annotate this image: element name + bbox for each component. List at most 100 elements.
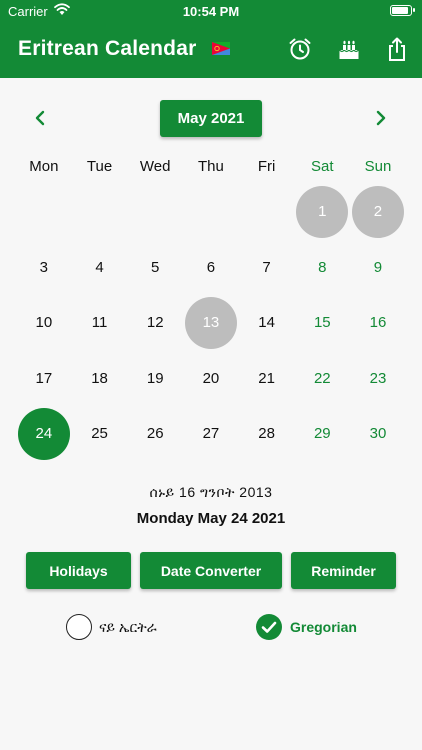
calendar-day[interactable]: 19 [129,352,181,404]
calendar-week-row: 12 [16,184,406,240]
month-navigation: May 2021 [0,100,422,137]
weekday-label: Thu [197,158,224,175]
calendar-day[interactable]: 5 [129,241,181,293]
calendar-day[interactable]: 2 [351,185,404,238]
calendar-day[interactable]: 29 [296,408,348,460]
birthday-cake-icon[interactable] [336,36,362,62]
calendar-cell: 18 [72,351,128,407]
selected-day[interactable]: 24 [17,407,70,460]
calendar-cell: 2 [350,184,406,240]
weekday-label: Wed [139,158,171,175]
calendar-day[interactable]: 3 [18,241,70,293]
calendar-cell: 5 [127,240,183,296]
calendar-cell: 28 [239,406,295,462]
calendar-cell: 15 [294,295,350,351]
calendar-cell: 25 [72,406,128,462]
calendar-cell: 26 [127,406,183,462]
weekday-header: Mon Tue Wed Thu Fri Sat Sun [16,150,406,184]
calendar-cell: 14 [239,295,295,351]
calendar-day[interactable]: 8 [296,241,348,293]
weekday-label: Tue [86,158,113,175]
calendar-cell: 6 [183,240,239,296]
calendar-day[interactable]: 17 [18,352,70,404]
calendar-cell [239,184,295,240]
calendar-cell: 1 [294,184,350,240]
weekday-label: Fri [257,158,276,175]
calendar-day[interactable]: 30 [352,408,404,460]
calendar-day[interactable]: 21 [241,352,293,404]
calendar-cell: 11 [72,295,128,351]
calendar-cell: 10 [16,295,72,351]
gregorian-mode-label[interactable]: Gregorian [290,619,357,635]
calendar-cell [183,184,239,240]
chevron-left-icon[interactable] [30,108,50,128]
calendar-day[interactable]: 16 [352,297,404,349]
date-converter-button[interactable]: Date Converter [140,552,282,589]
calendar-cell [16,184,72,240]
calendar-day[interactable]: 28 [241,408,293,460]
calendar-day[interactable]: 23 [352,352,404,404]
calendar-day[interactable]: 12 [129,297,181,349]
weekday-label: Sun [364,158,392,175]
calendar-week-row: 17 18 19 20 21 22 23 [16,351,406,407]
eritrean-mode-label[interactable]: ናይ ኤርትራ [99,619,157,636]
calendar-cell: 16 [350,295,406,351]
calendar-week-row: 3456789 [16,240,406,296]
calendar-weeks: 1 2 3 4 5 6 7 8 9 10 11 12 13 14 15 16 17 18 19 20 21 22 23 24 2… [16,184,406,462]
calendar-day[interactable]: 25 [74,408,126,460]
calendar-cell: 22 [294,351,350,407]
calendar-day[interactable]: 27 [185,408,237,460]
eritrean-radio-button[interactable] [66,614,92,640]
calendar-day[interactable]: 14 [241,297,293,349]
calendar-cell [72,184,128,240]
calendar-day[interactable]: 9 [352,241,404,293]
app-header: Carrier 10:54 PM Eritrean Calendar [0,0,422,78]
calendar-cell: 13 [183,295,239,351]
weekday-label: Sat [311,158,334,175]
ethiopic-date: ሰኑይ 16 ግንቦት 2013 [149,484,273,500]
calendar-cell: 19 [127,351,183,407]
status-time: 10:54 PM [182,4,240,19]
status-bar: Carrier 10:54 PM [0,0,422,22]
calendar-cell: 24 [16,406,72,462]
calendar-cell: 4 [72,240,128,296]
calendar-day[interactable]: 26 [129,408,181,460]
reminder-button[interactable]: Reminder [291,552,396,589]
chevron-right-icon[interactable] [371,108,391,128]
checkmark-icon [261,621,277,633]
weekday-label: Mon [29,158,59,175]
calendar-day[interactable]: 7 [241,241,293,293]
calendar-week-row: 24 25 26 27 28 29 30 [16,406,406,462]
calendar-cell: 21 [239,351,295,407]
calendar-cell: 8 [294,240,350,296]
alarm-clock-icon[interactable] [287,36,313,62]
calendar-grid: Mon Tue Wed Thu Fri Sat Sun 1 2 3 4 5 6 7 8 9 10 1… [16,150,406,462]
calendar-cell: 3 [16,240,72,296]
gregorian-date: Monday May 24 2021 [136,510,286,527]
calendar-cell: 23 [350,351,406,407]
share-icon[interactable] [384,36,410,62]
calendar-mode-selector: ናይ ኤርትራ Gregorian [0,612,422,642]
calendar-cell: 17 [16,351,72,407]
calendar-day[interactable]: 10 [18,297,70,349]
calendar-day[interactable]: 1 [296,185,349,238]
action-buttons: Holidays Date Converter Reminder [0,552,422,589]
calendar-day[interactable]: 13 [184,296,237,349]
calendar-cell: 30 [350,406,406,462]
month-selector-button[interactable]: May 2021 [160,100,262,137]
calendar-cell [127,184,183,240]
calendar-cell: 7 [239,240,295,296]
calendar-cell: 20 [183,351,239,407]
calendar-cell: 29 [294,406,350,462]
calendar-day[interactable]: 20 [185,352,237,404]
calendar-day[interactable]: 15 [296,297,348,349]
calendar-day[interactable]: 4 [74,241,126,293]
calendar-day[interactable]: 18 [74,352,126,404]
calendar-week-row: 10 11 12 13 14 15 16 [16,295,406,351]
gregorian-radio-button[interactable] [256,614,282,640]
calendar-day[interactable]: 6 [185,241,237,293]
calendar-cell: 12 [127,295,183,351]
calendar-day[interactable]: 22 [296,352,348,404]
calendar-day[interactable]: 11 [74,297,126,349]
holidays-button[interactable]: Holidays [26,552,131,589]
